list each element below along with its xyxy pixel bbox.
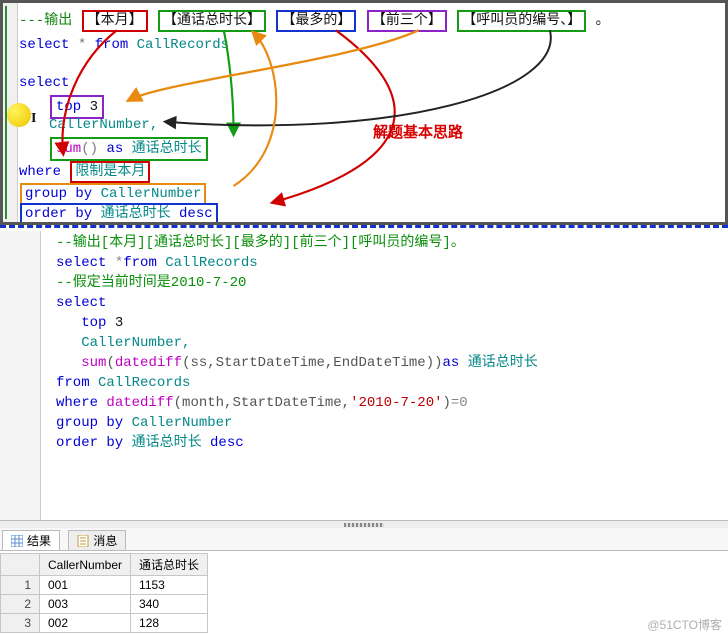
sql-code[interactable]: --输出[本月][通话总时长][最多的][前三个][呼叫员的编号]。 selec… (56, 233, 538, 453)
page-root: ---输出 【本月】 【通话总时长】 【最多的】 【前三个】 【呼叫员的编号、】… (0, 0, 728, 635)
cell-duration[interactable]: 340 (131, 595, 208, 614)
task-suffix: 。 (596, 13, 610, 29)
tab-messages-label: 消息 (93, 532, 117, 549)
tab-results-label: 结果 (27, 532, 51, 549)
results-tabstrip: 结果 消息 (0, 528, 728, 551)
sql-comment-1: --输出[本月][通话总时长][最多的][前三个][呼叫员的编号]。 (56, 235, 465, 251)
boxed-top3: 【前三个】 (367, 10, 447, 32)
col-callernumber[interactable]: CallerNumber (40, 554, 131, 576)
grid-header-row: CallerNumber 通话总时长 (1, 554, 208, 576)
top-annotated-panel: ---输出 【本月】 【通话总时长】 【最多的】 【前三个】 【呼叫员的编号、】… (0, 0, 728, 225)
splitter-grip-icon (344, 523, 384, 527)
cell-duration[interactable]: 1153 (131, 576, 208, 595)
boxed-most: 【最多的】 (276, 10, 356, 32)
editor-gutter (0, 231, 41, 531)
tab-messages[interactable]: 消息 (68, 530, 126, 550)
table-row[interactable]: 1 001 1153 (1, 576, 208, 595)
text-cursor: I (31, 111, 36, 127)
sql-editor-panel[interactable]: --输出[本月][通话总时长][最多的][前三个][呼叫员的编号]。 selec… (0, 231, 728, 531)
table-row[interactable]: 2 003 340 (1, 595, 208, 614)
task-line: ---输出 【本月】 【通话总时长】 【最多的】 【前三个】 【呼叫员的编号、】… (19, 9, 610, 32)
top-orderby: order by 通话总时长 desc (19, 203, 219, 225)
grid-corner (1, 554, 40, 576)
boxed-month: 【本月】 (82, 10, 148, 32)
table-row[interactable]: 3 002 128 (1, 614, 208, 633)
cell-callernumber[interactable]: 003 (40, 595, 131, 614)
top-callernumber: CallerNumber, (49, 117, 158, 133)
top-topn: top 3 (49, 95, 105, 119)
top-select-all: select * from CallRecords (19, 37, 229, 53)
boxed-totaldur: 【通话总时长】 (158, 10, 266, 32)
row-header: 1 (1, 576, 40, 595)
boxed-callerid: 【呼叫员的编号、】 (457, 10, 586, 32)
thinking-title: 解题基本思路 (373, 121, 463, 142)
top-sum-alias: sum() as 通话总时长 (49, 137, 209, 161)
watermark-text: @51CTO博客 (647, 616, 722, 633)
col-duration[interactable]: 通话总时长 (131, 554, 208, 576)
top-select: select (19, 75, 69, 91)
row-header: 3 (1, 614, 40, 633)
results-grid[interactable]: CallerNumber 通话总时长 1 001 1153 2 003 340 … (0, 553, 208, 633)
cursor-highlight-dot (7, 103, 31, 127)
sql-comment-2: --假定当前时间是2010-7-20 (56, 275, 246, 291)
tab-results[interactable]: 结果 (2, 530, 60, 550)
cell-duration[interactable]: 128 (131, 614, 208, 633)
cell-callernumber[interactable]: 002 (40, 614, 131, 633)
results-panel: 结果 消息 CallerNumber 通话总时长 1 001 1153 2 (0, 528, 728, 635)
top-where: where 限制是本月 (19, 161, 151, 183)
row-header: 2 (1, 595, 40, 614)
table-icon (11, 535, 23, 547)
top-groupby: group by CallerNumber (19, 183, 207, 205)
document-icon (77, 535, 89, 547)
task-prefix: ---输出 (19, 13, 72, 29)
cell-callernumber[interactable]: 001 (40, 576, 131, 595)
